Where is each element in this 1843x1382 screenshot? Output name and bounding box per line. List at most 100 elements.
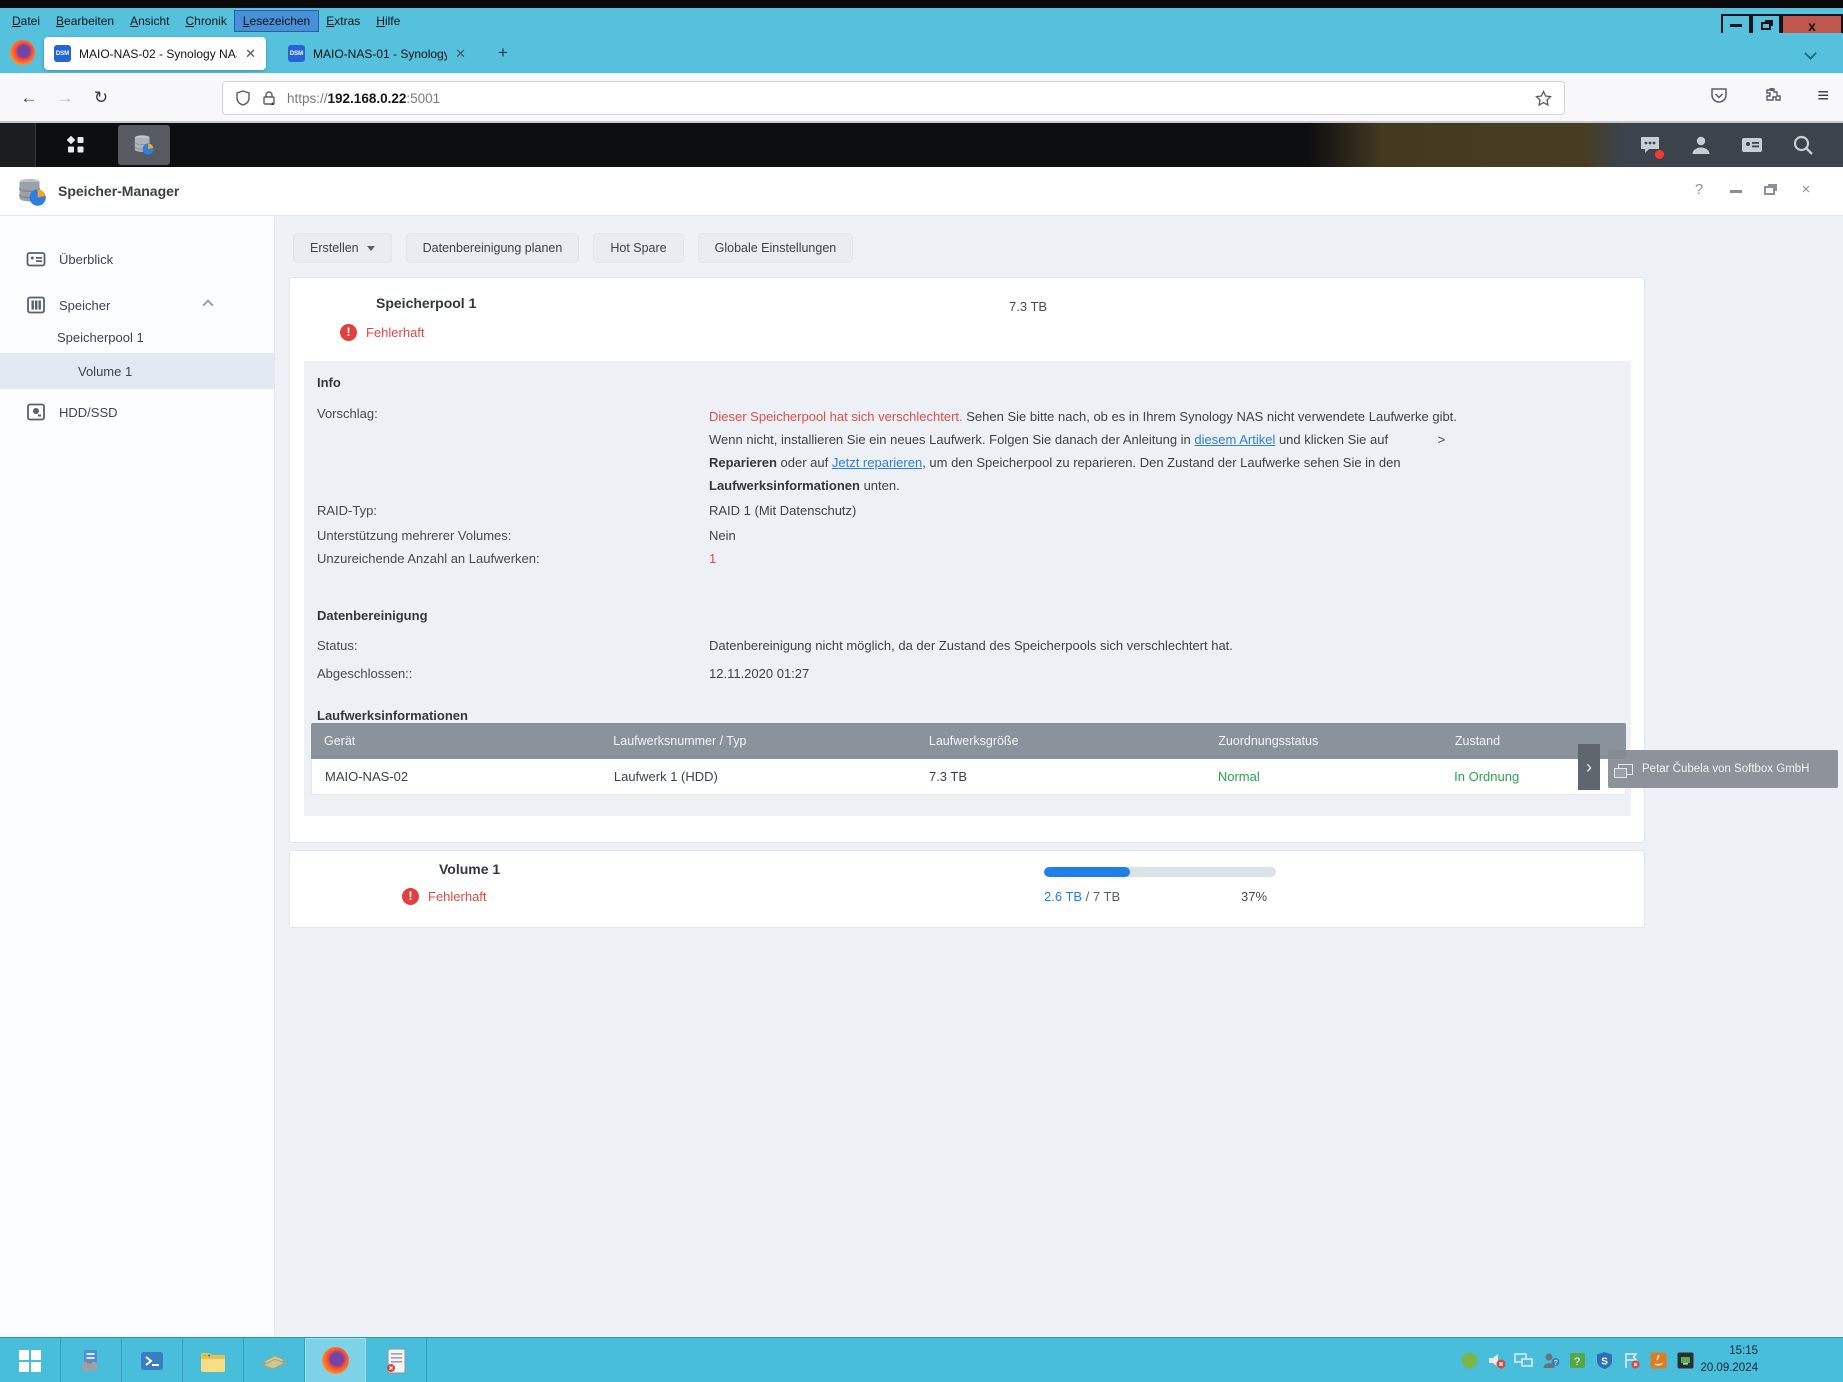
menu-lesezeichen[interactable]: Lesezeichen	[235, 11, 318, 31]
network-icon[interactable]	[1514, 1351, 1533, 1370]
volume-muted-icon[interactable]	[1487, 1351, 1506, 1370]
help-icon[interactable]: ?	[1690, 181, 1708, 198]
storage-manager-window: Speicher-Manager ? ×	[0, 167, 1843, 1337]
tab-list-chevron-icon[interactable]	[1806, 49, 1818, 61]
cell-slot: Laufwerk 1 (HDD)	[601, 769, 916, 784]
back-button[interactable]: ←	[14, 83, 44, 113]
menu-extras[interactable]: Extras	[318, 11, 368, 31]
dsm-close-icon[interactable]: ×	[1797, 181, 1815, 198]
system-tray: ? ? S	[1460, 1338, 1695, 1382]
datenbereinigung-planen-button[interactable]: Datenbereinigung planen	[406, 233, 580, 263]
menu-ansicht[interactable]: Ansicht	[122, 11, 177, 31]
drive-table-header: Gerät Laufwerksnummer / Typ Laufwerksgrö…	[311, 723, 1626, 759]
search-icon[interactable]	[1791, 133, 1815, 157]
menu-chronik[interactable]: Chronik	[177, 11, 234, 31]
powershell-button[interactable]	[122, 1338, 183, 1382]
sbx-tray-icon[interactable]	[1460, 1351, 1479, 1370]
drive-table-row[interactable]: MAIO-NAS-02 Laufwerk 1 (HDD) 7.3 TB Norm…	[311, 759, 1626, 795]
storage-manager-icon	[133, 134, 155, 156]
widgets-icon[interactable]	[1740, 133, 1764, 157]
missing-drives-label: Unzureichende Anzahl an Laufwerken:	[317, 551, 540, 566]
action-flag-icon[interactable]	[1622, 1351, 1641, 1370]
firefox-taskbar-button[interactable]	[305, 1338, 366, 1382]
info-section-heading: Info	[317, 375, 341, 390]
sidebar-item-speicherpool-1[interactable]: Speicherpool 1	[0, 322, 274, 353]
taskbar-clock[interactable]: 15:15 20.09.2024	[1686, 1343, 1758, 1377]
windows-logo-icon	[19, 1350, 41, 1372]
browser-navbar: ← → ↻ https://192.168.0.22:5001	[0, 73, 1843, 123]
clock-date: 20.09.2024	[1686, 1360, 1758, 1377]
sidebar-item-label: Volume 1	[78, 364, 132, 379]
shield-icon[interactable]	[235, 90, 251, 106]
jetzt-reparieren-link[interactable]: Jetzt reparieren	[832, 455, 922, 470]
menu-hilfe[interactable]: Hilfe	[368, 11, 408, 31]
pool-size: 7.3 TB	[1009, 299, 1047, 314]
extensions-puzzle-icon[interactable]	[1763, 86, 1783, 106]
dsm-minimize-icon[interactable]	[1730, 190, 1742, 193]
java-updater-icon[interactable]	[1649, 1351, 1668, 1370]
tab-close-icon[interactable]: ✕	[245, 46, 256, 62]
user-account-icon[interactable]	[1689, 133, 1713, 157]
erstellen-button[interactable]: Erstellen	[293, 233, 392, 263]
svg-text:S: S	[1601, 1357, 1608, 1368]
app-menu-hamburger-icon[interactable]: ≡	[1817, 85, 1829, 107]
storage-manager-titlebar[interactable]: Speicher-Manager ? ×	[0, 167, 1843, 216]
event-viewer-button[interactable]	[366, 1338, 427, 1382]
s-shield-icon[interactable]: S	[1595, 1351, 1614, 1370]
pool-status: Fehlerhaft	[340, 324, 425, 341]
volume-used-link[interactable]: 2.6 TB	[1044, 889, 1082, 904]
server-manager-icon	[77, 1347, 105, 1375]
menu-datei[interactable]: Datei	[4, 11, 48, 31]
url-bar[interactable]: https://192.168.0.22:5001	[222, 81, 1565, 115]
hot-spare-button[interactable]: Hot Spare	[593, 233, 683, 263]
caret-down-icon	[367, 246, 375, 251]
svg-text:?: ?	[1554, 1360, 1558, 1367]
documentation-button[interactable]	[244, 1338, 305, 1382]
menu-bearbeiten[interactable]: Bearbeiten	[48, 11, 122, 31]
dsm-taskbar	[0, 123, 1843, 167]
cell-allocation: Normal	[1205, 769, 1441, 784]
server-manager-button[interactable]	[61, 1338, 122, 1382]
col-laufwerksnummer: Laufwerksnummer / Typ	[600, 734, 916, 748]
session-user-label: Petar Čubela von Softbox GmbH	[1642, 763, 1809, 775]
sidebar-item-ueberblick[interactable]: Überblick	[0, 242, 274, 276]
dsm-restore-icon[interactable]	[1764, 186, 1775, 195]
browser-tabbar: DSM MAIO-NAS-02 - Synology NAS ✕ DSM MAI…	[0, 33, 1843, 73]
cell-device: MAIO-NAS-02	[312, 769, 601, 784]
notifications-chat-icon[interactable]	[1638, 133, 1662, 157]
start-button[interactable]	[0, 1338, 61, 1382]
reload-button[interactable]: ↻	[86, 83, 116, 113]
overview-card-icon	[26, 249, 46, 269]
user-session-icon[interactable]: ?	[1541, 1351, 1560, 1370]
tab-close-icon[interactable]: ✕	[455, 46, 466, 62]
windows-taskbar: ? ? S 15:15 20.09.2024	[0, 1337, 1843, 1382]
sidebar-item-hdd-ssd[interactable]: HDD/SSD	[0, 395, 274, 429]
storage-manager-taskbar-button[interactable]	[118, 125, 170, 165]
dsm-favicon: DSM	[288, 45, 305, 62]
tab-maio-nas-02[interactable]: DSM MAIO-NAS-02 - Synology NAS ✕	[44, 37, 266, 70]
globale-einstellungen-button[interactable]: Globale Einstellungen	[698, 233, 854, 263]
file-explorer-button[interactable]	[183, 1338, 244, 1382]
app-help-icon[interactable]: ?	[1568, 1351, 1587, 1370]
hdd-icon	[26, 402, 46, 422]
sidebar-item-speicher[interactable]: Speicher	[0, 288, 274, 322]
dsm-window-controls: ? ×	[1690, 181, 1815, 198]
show-desktop-button[interactable]	[0, 123, 36, 167]
warning-icon	[402, 888, 419, 905]
svg-text:?: ?	[1574, 1356, 1580, 1368]
url-text: https://192.168.0.22:5001	[287, 91, 440, 106]
session-overlay-collapse-button[interactable]	[1578, 744, 1600, 790]
multivolume-value: Nein	[709, 528, 736, 543]
bookmark-star-icon[interactable]	[1535, 90, 1552, 107]
sidebar-item-volume-1[interactable]: Volume 1	[0, 353, 274, 389]
lock-warning-icon[interactable]	[261, 90, 277, 106]
pocket-icon[interactable]	[1709, 86, 1729, 106]
main-menu-button[interactable]	[44, 123, 108, 167]
volume-card: Volume 1 Fehlerhaft 2.6 TB / 7 TB 37%	[289, 850, 1645, 928]
chevron-up-icon[interactable]	[202, 299, 213, 310]
pool-status-label: Fehlerhaft	[366, 325, 425, 340]
session-overlay-tooltip[interactable]: Petar Čubela von Softbox GmbH	[1608, 750, 1838, 788]
new-tab-button[interactable]: +	[492, 43, 514, 65]
tab-maio-nas-01[interactable]: DSM MAIO-NAS-01 - Synology NAS ✕	[278, 37, 476, 70]
diesem-artikel-link[interactable]: diesem Artikel	[1194, 432, 1275, 447]
